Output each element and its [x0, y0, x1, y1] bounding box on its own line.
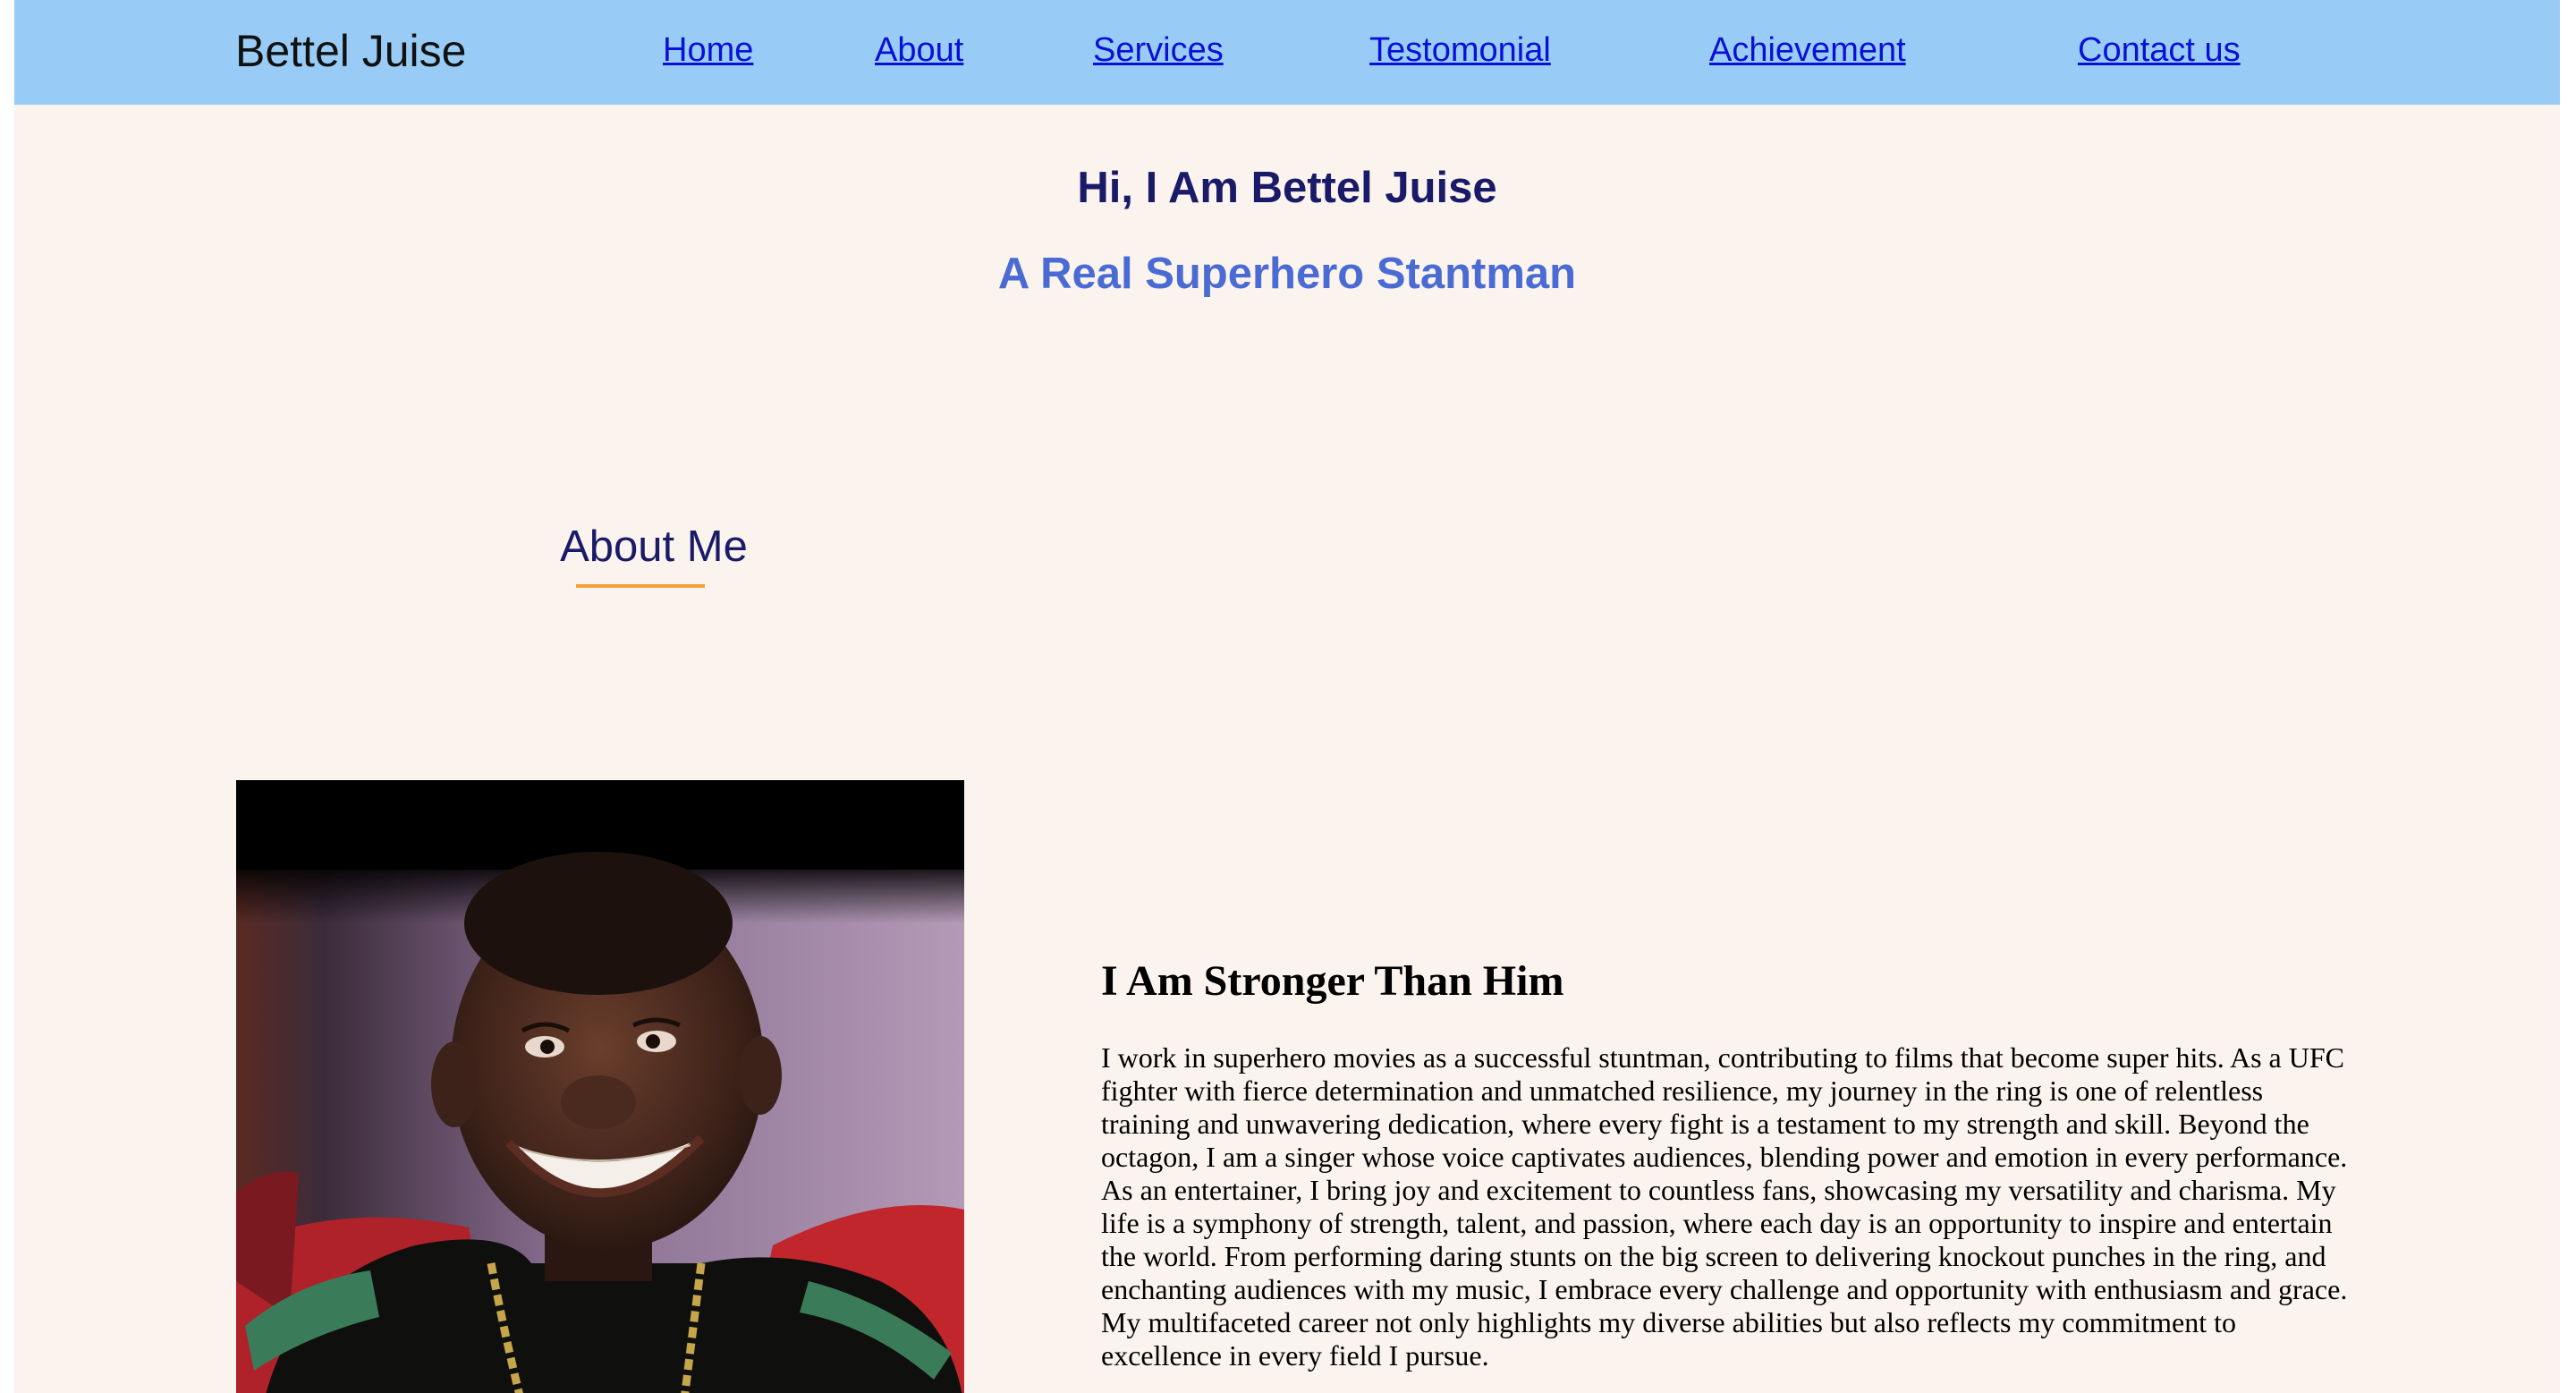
- nav-link-about[interactable]: About: [875, 29, 963, 72]
- nav-link-contact[interactable]: Contact us: [2078, 29, 2241, 72]
- hero-title: Hi, I Am Bettel Juise: [1077, 164, 1497, 212]
- hero-subtitle: A Real Superhero Stantman: [997, 250, 1577, 298]
- nav-link-home[interactable]: Home: [663, 29, 753, 72]
- nav-link-achievement[interactable]: Achievement: [1709, 29, 1906, 72]
- nav-link-services[interactable]: Services: [1093, 29, 1224, 72]
- about-heading-underline: [576, 584, 705, 588]
- brand-logo-text: Bettel Juise: [235, 26, 467, 76]
- page: Bettel Juise Home About Services Testomo…: [14, 0, 2560, 1393]
- about-heading: About Me: [560, 522, 748, 571]
- about-content-title: I Am Stronger Than Him: [1101, 957, 1564, 1005]
- navbar: Bettel Juise Home About Services Testomo…: [14, 0, 2560, 105]
- about-content-text: I work in superhero movies as a successf…: [1101, 1041, 2348, 1372]
- profile-photo: [236, 780, 964, 1393]
- nav-link-testimonial[interactable]: Testomonial: [1369, 29, 1551, 72]
